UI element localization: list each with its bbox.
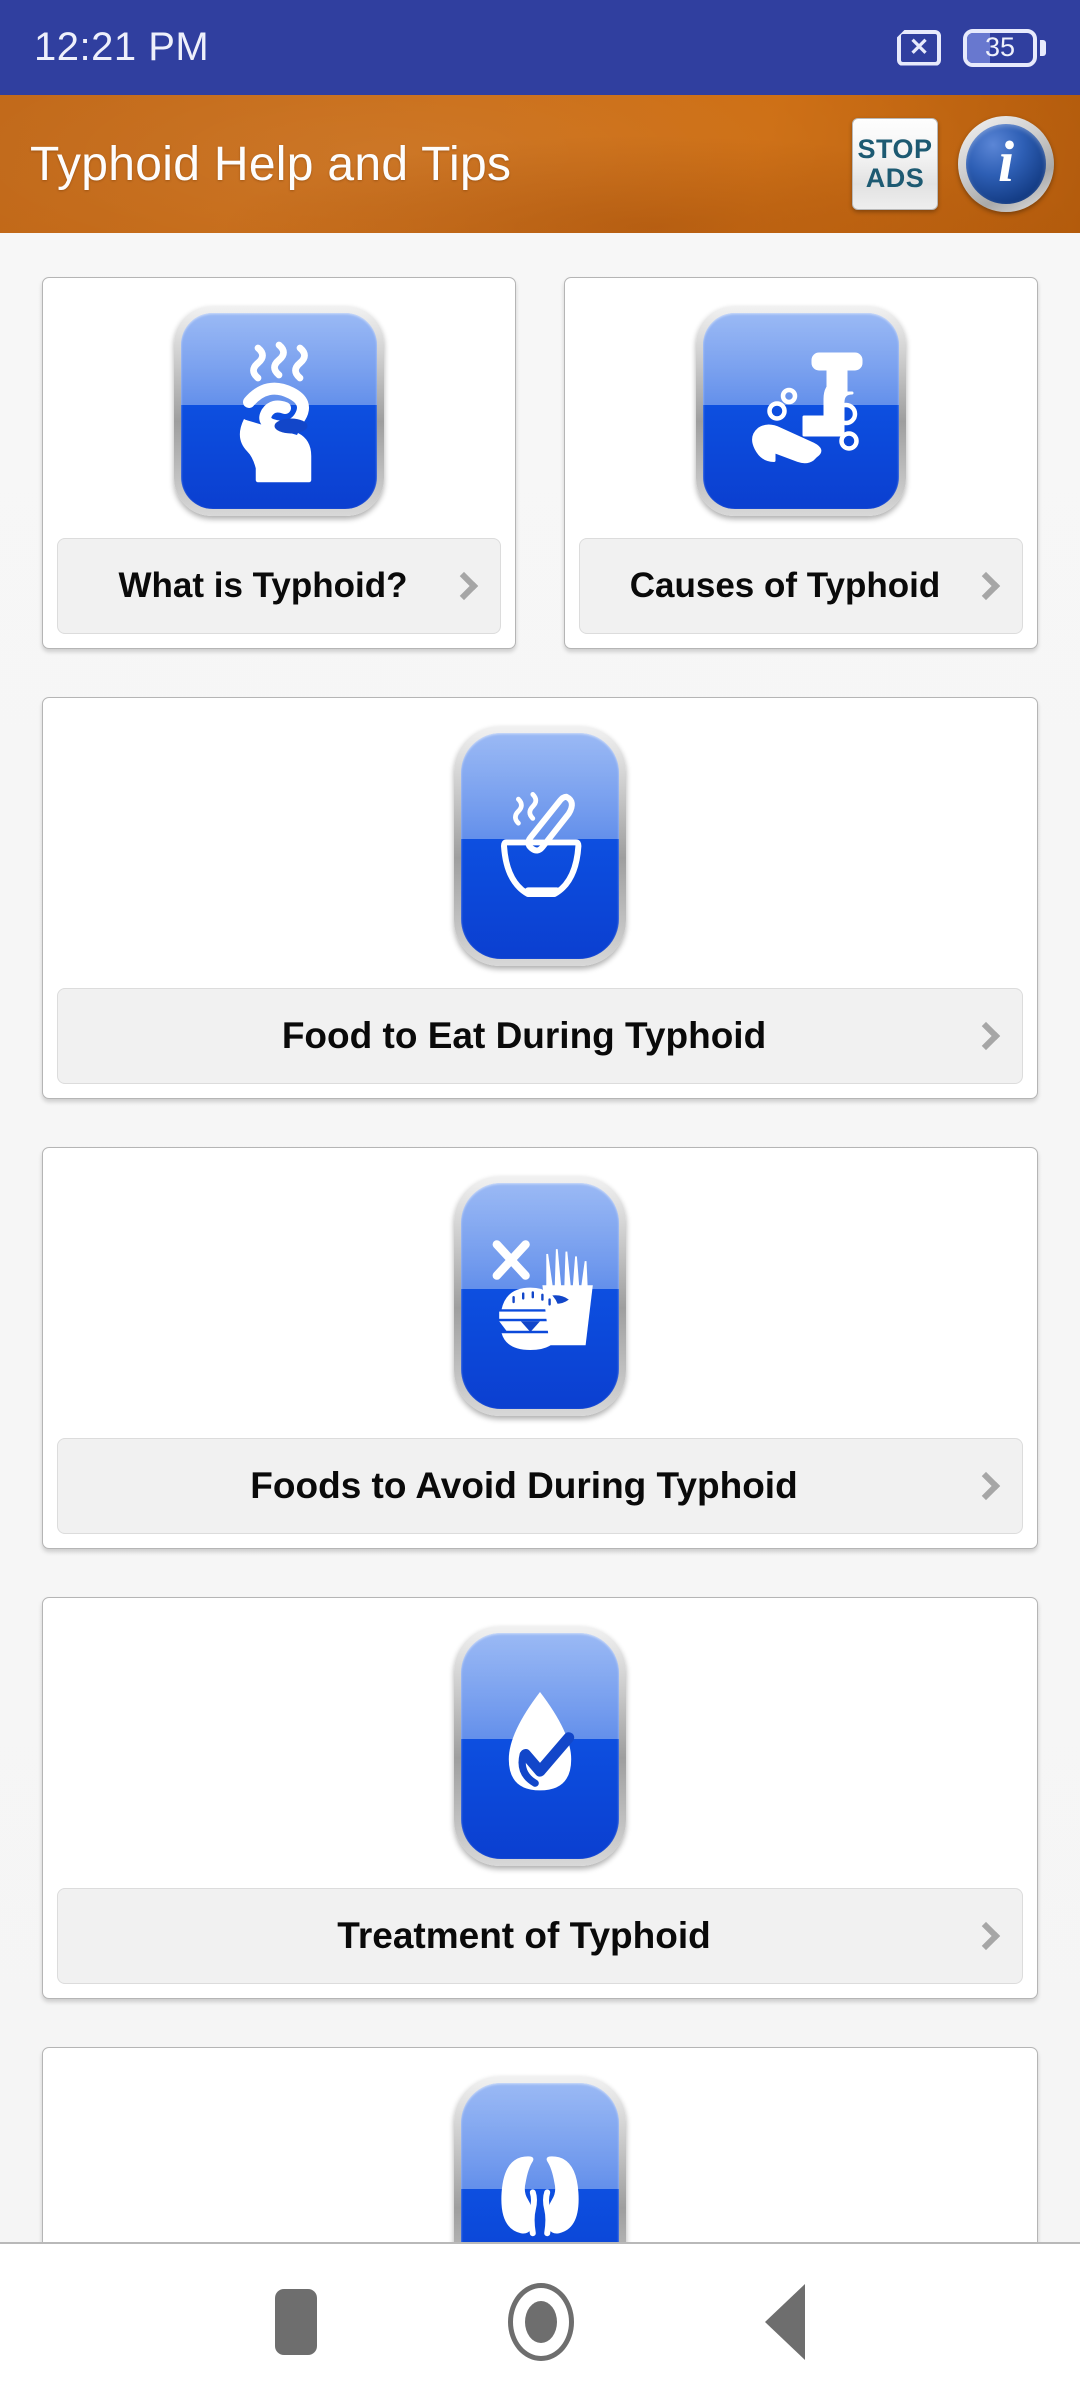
topic-card-food-to-eat[interactable]: Food to Eat During Typhoid [42,697,1038,1099]
app-screen: 12:21 PM ✕ 35 Typhoid Help and Tips STOP… [0,0,1080,2400]
stop-ads-button[interactable]: STOP ADS [852,118,938,210]
junk-food-prohibited-icon [454,1176,626,1416]
status-clock: 12:21 PM [34,25,210,69]
back-triangle-icon[interactable] [764,2284,805,2360]
stop-ads-line2: ADS [865,163,925,193]
chevron-right-icon [449,571,479,601]
topic-row-5: Risk factors and Complications [42,2047,1038,2242]
chevron-right-icon [971,1471,1001,1501]
sim-card-no-signal-icon: ✕ [897,29,941,66]
chevron-right-icon [971,1021,1001,1051]
topic-card-treatment[interactable]: Treatment of Typhoid [42,1597,1038,1999]
topic-card-causes-of-typhoid[interactable]: Causes of Typhoid [564,277,1038,649]
topic-label-bar[interactable]: Treatment of Typhoid [57,1888,1023,1984]
topic-label: Treatment of Typhoid [337,1915,711,1956]
topic-row-2: Food to Eat During Typhoid [42,697,1038,1099]
app-bar: Typhoid Help and Tips STOP ADS i [0,95,1080,233]
home-circle-icon[interactable] [507,2283,574,2361]
topic-card-foods-to-avoid[interactable]: Foods to Avoid During Typhoid [42,1147,1038,1549]
app-bar-actions: STOP ADS i [852,116,1054,212]
topic-label-bar[interactable]: Causes of Typhoid [579,538,1023,634]
system-navigation-bar [0,2242,1080,2400]
info-glyph: i [997,129,1015,194]
topic-card-what-is-typhoid[interactable]: What is Typhoid? [42,277,516,649]
handwashing-faucet-icon [696,306,906,516]
battery-level-text: 35 [984,32,1016,63]
page-title: Typhoid Help and Tips [30,137,512,191]
topic-list: What is Typhoid? Causes of Typhoid Food … [0,233,1080,2242]
topic-label-bar[interactable]: Food to Eat During Typhoid [57,988,1023,1084]
topic-label: Causes of Typhoid [629,566,941,605]
fever-headache-icon [174,306,384,516]
battery-cap [1040,39,1046,56]
soup-bowl-spoon-icon [454,726,626,966]
topic-row-4: Treatment of Typhoid [42,1597,1038,1999]
status-bar: 12:21 PM ✕ 35 [0,0,1080,95]
water-drop-check-icon [454,1626,626,1866]
kidneys-icon [454,2076,626,2242]
topic-label-bar[interactable]: What is Typhoid? [57,538,501,634]
topic-row-3: Foods to Avoid During Typhoid [42,1147,1038,1549]
chevron-right-icon [971,571,1001,601]
status-indicators: ✕ 35 [897,28,1046,67]
topic-label: What is Typhoid? [118,566,408,605]
topic-label: Food to Eat During Typhoid [281,1015,767,1056]
info-icon[interactable]: i [958,116,1054,212]
stop-ads-line1: STOP [857,134,933,165]
topic-label: Foods to Avoid During Typhoid [250,1465,798,1506]
topic-label-bar[interactable]: Foods to Avoid During Typhoid [57,1438,1023,1534]
chevron-right-icon [971,1921,1001,1951]
recents-square-icon[interactable] [275,2289,318,2355]
topic-row-1: What is Typhoid? Causes of Typhoid [42,277,1038,649]
battery-icon: 35 [963,28,1046,67]
topic-card-risk-factors[interactable]: Risk factors and Complications [42,2047,1038,2242]
